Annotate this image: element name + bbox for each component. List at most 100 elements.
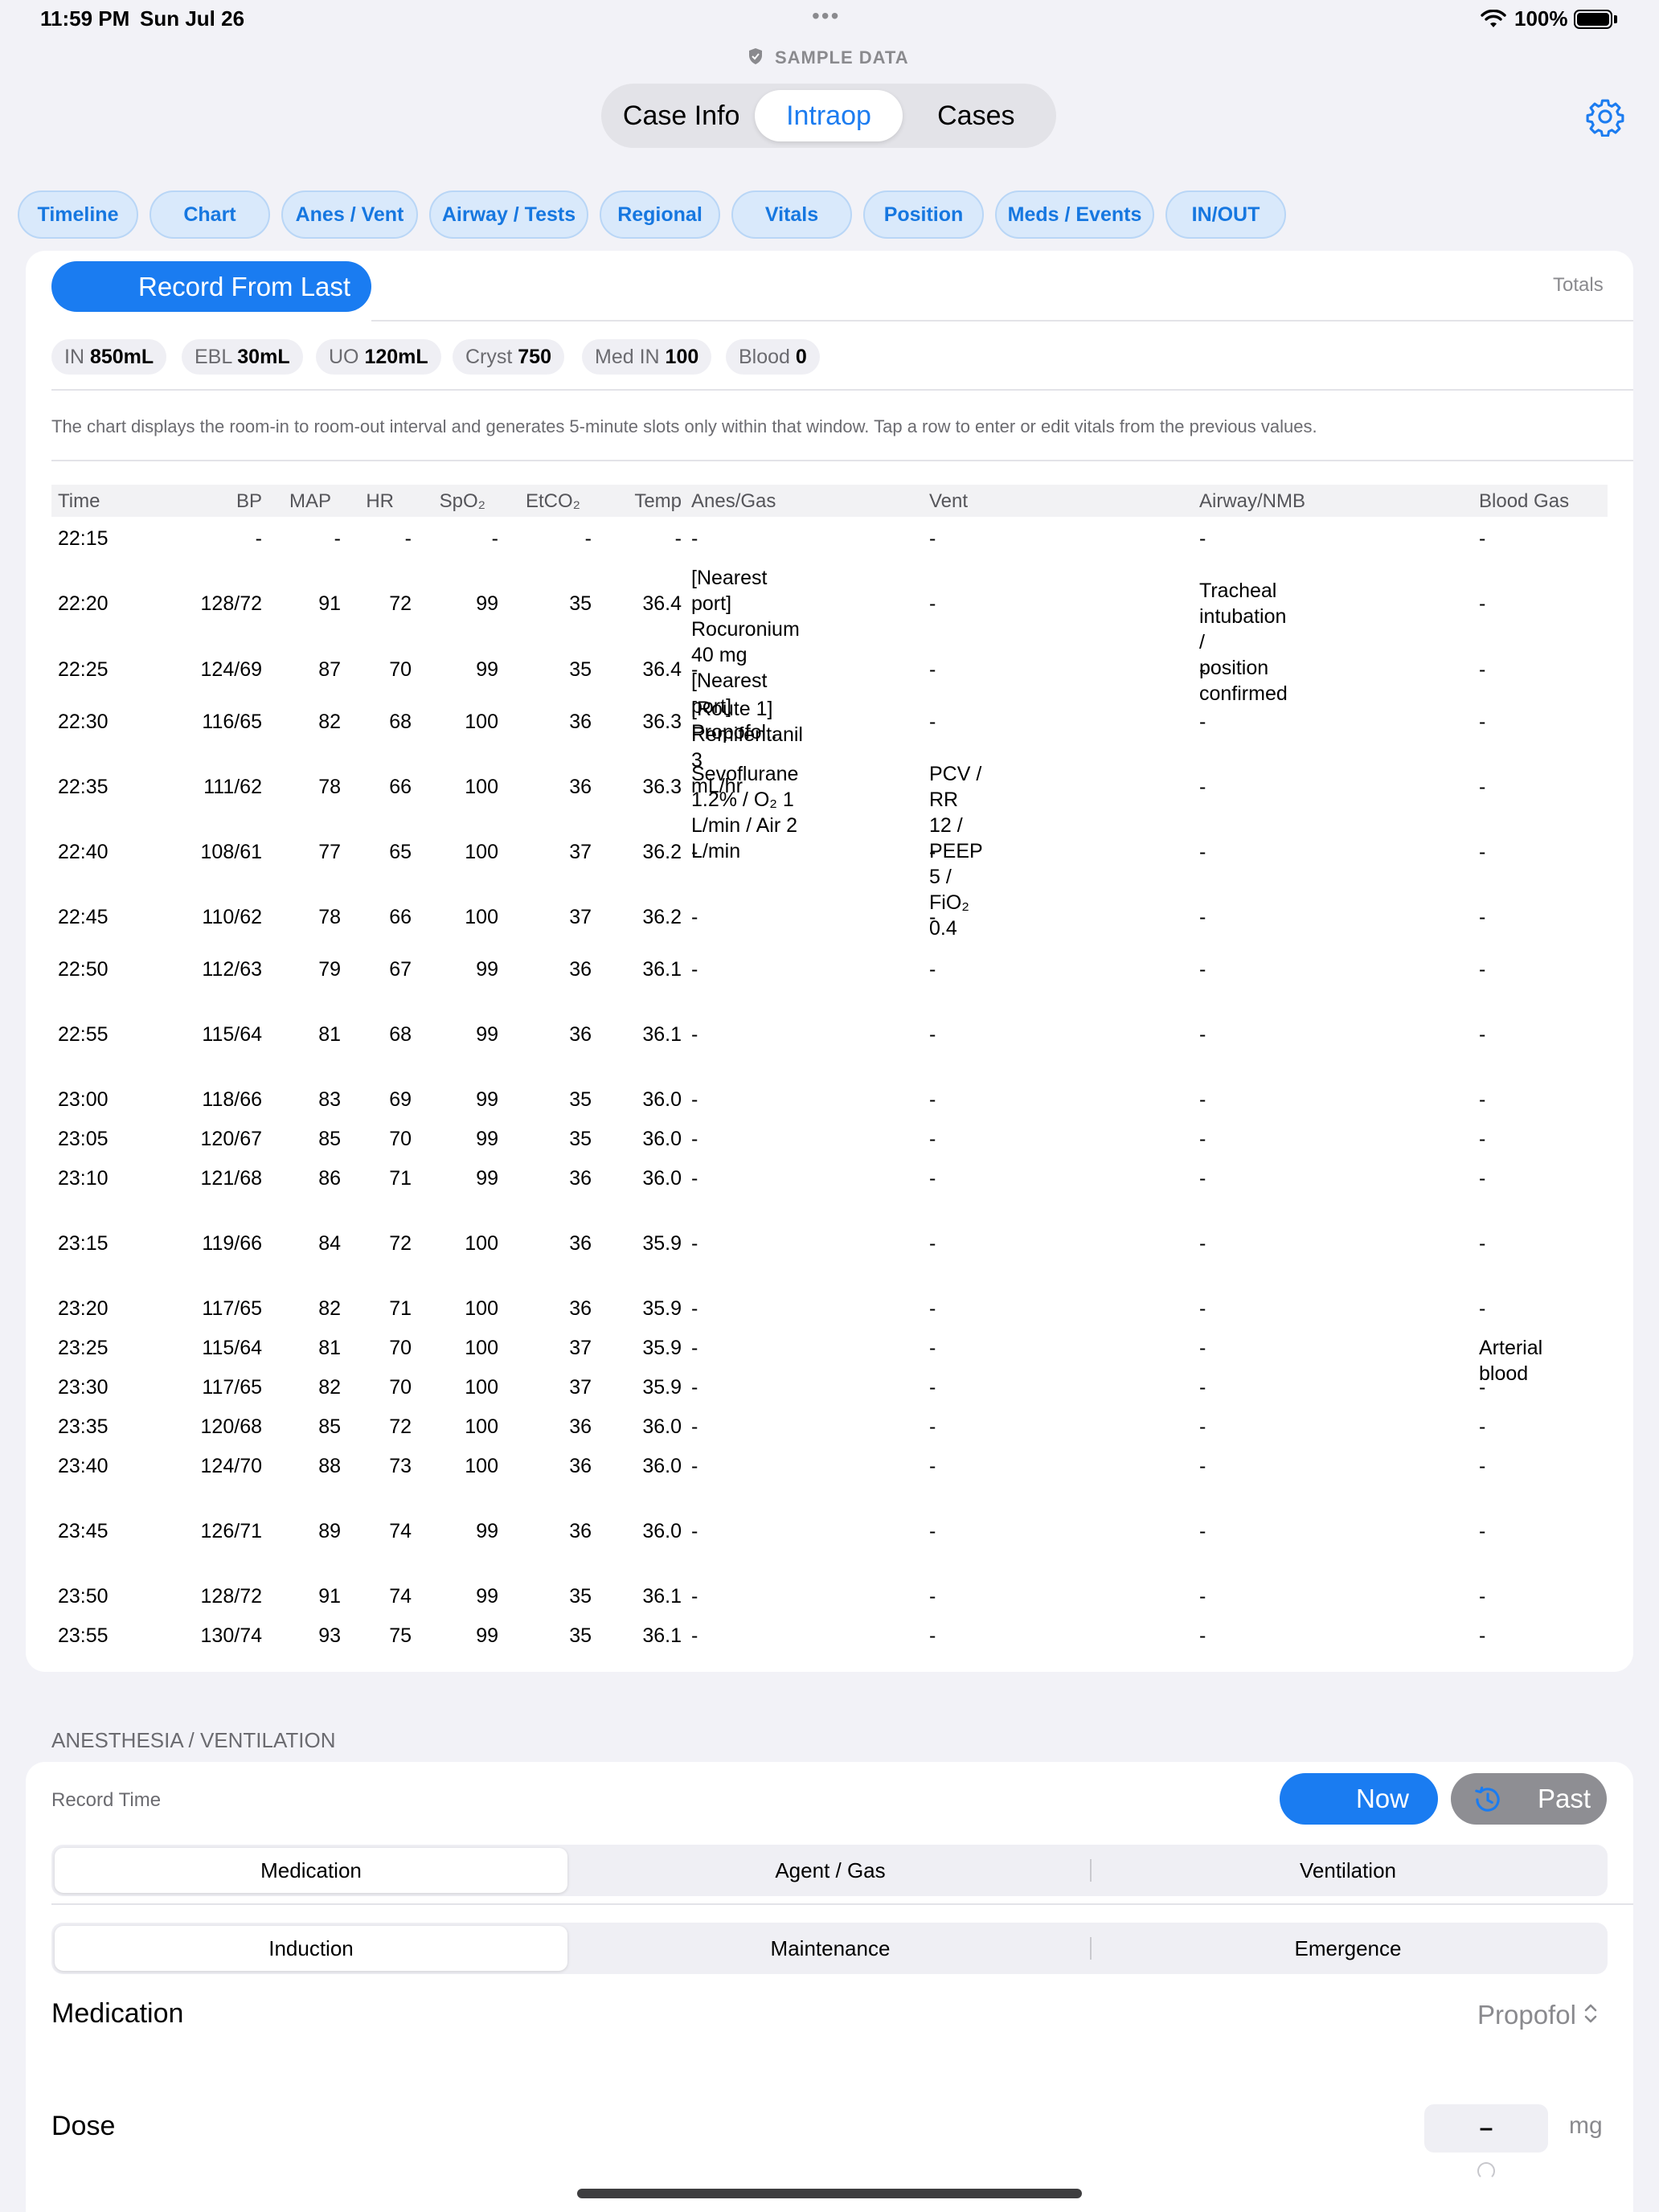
cell-temp: 36.0: [642, 1415, 682, 1438]
cell-anes: -: [691, 1455, 698, 1477]
cell-time: 22:25: [58, 658, 109, 681]
tab-in-out[interactable]: IN/OUT: [1165, 190, 1286, 239]
cell-anes: -: [691, 1023, 698, 1046]
cell-vent: -: [929, 1232, 936, 1255]
cell-bloodgas: -: [1479, 1455, 1486, 1477]
cell-map: 79: [318, 958, 341, 981]
cell-hr: 68: [389, 1023, 412, 1046]
cell-bloodgas: Arterial blood: [1479, 1337, 1543, 1385]
cell-bloodgas: -: [1479, 841, 1486, 863]
divider: [51, 1903, 1633, 1905]
cell-map: 88: [318, 1455, 341, 1477]
cell-bloodgas: -: [1479, 906, 1486, 928]
cell-spo2: 100: [465, 776, 498, 798]
segment-maintenance[interactable]: Maintenance: [571, 1926, 1090, 1971]
dose-input[interactable]: –: [1424, 2104, 1548, 2153]
cell-map: 86: [318, 1167, 341, 1190]
cell-hr: 66: [389, 906, 412, 928]
cell-etco2: 35: [569, 1128, 592, 1150]
cell-hr: 66: [389, 776, 412, 798]
segment-emergence[interactable]: Emergence: [1092, 1926, 1604, 1971]
cell-spo2: 99: [476, 1624, 498, 1647]
cell-map: 89: [318, 1520, 341, 1542]
tab-case-info[interactable]: Case Info: [608, 90, 755, 141]
cell-anes: -: [691, 1376, 698, 1399]
cell-map: -: [334, 527, 341, 550]
cell-bp: 118/66: [202, 1088, 262, 1111]
cell-time: 22:45: [58, 906, 109, 928]
cell-airway: -: [1199, 841, 1206, 863]
cell-bloodgas: -: [1479, 1376, 1486, 1399]
cell-time: 22:55: [58, 1023, 109, 1046]
tab-position[interactable]: Position: [863, 190, 984, 239]
cell-bp: 108/61: [200, 841, 262, 863]
chart-card: [26, 251, 1633, 1672]
cell-vent: -: [929, 1088, 936, 1111]
cell-anes: Sevoflurane 1.2% / O₂ 1 L/min / Air 2 L/…: [691, 763, 799, 862]
cell-etco2: 36: [569, 1023, 592, 1046]
home-indicator[interactable]: [577, 2189, 1082, 2198]
tab-vitals[interactable]: Vitals: [731, 190, 852, 239]
segment-medication[interactable]: Medication: [55, 1848, 567, 1893]
medication-picker[interactable]: Propofol: [1477, 2000, 1576, 2030]
dose-label: Dose: [51, 2111, 116, 2141]
cell-temp: 36.1: [642, 1624, 682, 1647]
record-from-last-button[interactable]: Record From Last: [51, 261, 371, 312]
cell-bp: 126/71: [200, 1520, 262, 1542]
sample-data-banner: SAMPLE DATA: [748, 45, 909, 71]
col-header-spo2: SpO₂: [439, 490, 485, 512]
table-header: Time BP MAP HR SpO₂ EtCO₂ Temp Anes/Gas …: [51, 485, 1608, 517]
cell-bloodgas: -: [1479, 1128, 1486, 1150]
tab-anes-vent[interactable]: Anes / Vent: [281, 190, 418, 239]
cell-anes: -: [691, 841, 698, 863]
col-header-time: Time: [58, 490, 100, 512]
col-header-airway-nmb: Airway/NMB: [1199, 490, 1306, 512]
sample-data-label: SAMPLE DATA: [775, 47, 909, 68]
tab-meds-events[interactable]: Meds / Events: [995, 190, 1154, 239]
battery-icon: [1574, 10, 1612, 29]
segment-ventilation[interactable]: Ventilation: [1092, 1848, 1604, 1893]
tab-chart[interactable]: Chart: [150, 190, 270, 239]
col-header-blood-gas: Blood Gas: [1479, 490, 1570, 512]
cell-time: 23:05: [58, 1128, 109, 1150]
cell-spo2: 99: [476, 1088, 498, 1111]
cell-vent: -: [929, 1585, 936, 1608]
cell-bp: 124/69: [200, 658, 262, 681]
cell-etco2: 37: [569, 1376, 592, 1399]
now-button[interactable]: Now: [1280, 1773, 1438, 1825]
history-clock-icon: [1471, 1783, 1505, 1821]
cell-map: 93: [318, 1624, 341, 1647]
cell-bloodgas: -: [1479, 1297, 1486, 1320]
tab-regional[interactable]: Regional: [600, 190, 720, 239]
cell-temp: 36.1: [642, 1023, 682, 1046]
cell-spo2: 99: [476, 1128, 498, 1150]
cell-temp: 36.3: [642, 711, 682, 733]
cell-airway: -: [1199, 1088, 1206, 1111]
cell-etco2: 37: [569, 841, 592, 863]
cell-bp: 120/68: [200, 1415, 262, 1438]
total-chip-blood: Blood 0: [726, 339, 820, 375]
cell-map: 78: [318, 776, 341, 798]
cell-map: 77: [318, 841, 341, 863]
multitasking-dots[interactable]: •••: [812, 3, 840, 29]
total-chip-cryst: Cryst 750: [453, 339, 564, 375]
tab-cases[interactable]: Cases: [903, 90, 1050, 141]
tab-airway-tests[interactable]: Airway / Tests: [429, 190, 588, 239]
cell-time: 22:35: [58, 776, 109, 798]
cell-vent: -: [929, 1167, 936, 1190]
cell-map: 85: [318, 1415, 341, 1438]
cell-bp: 120/67: [200, 1128, 262, 1150]
segment-induction[interactable]: Induction: [55, 1926, 567, 1971]
tab-intraop[interactable]: Intraop: [755, 90, 903, 141]
chevron-up-down-icon[interactable]: [1583, 2001, 1598, 2030]
tab-timeline[interactable]: Timeline: [18, 190, 138, 239]
segment-agent-gas[interactable]: Agent / Gas: [571, 1848, 1090, 1893]
cell-temp: 36.1: [642, 958, 682, 981]
cell-etco2: 37: [569, 1337, 592, 1359]
cell-temp: 36.0: [642, 1167, 682, 1190]
cell-bp: 117/65: [202, 1376, 262, 1399]
cell-airway: -: [1199, 1520, 1206, 1542]
settings-gear-icon[interactable]: [1585, 96, 1625, 141]
cell-time: 23:35: [58, 1415, 109, 1438]
cell-temp: 36.1: [642, 1585, 682, 1608]
